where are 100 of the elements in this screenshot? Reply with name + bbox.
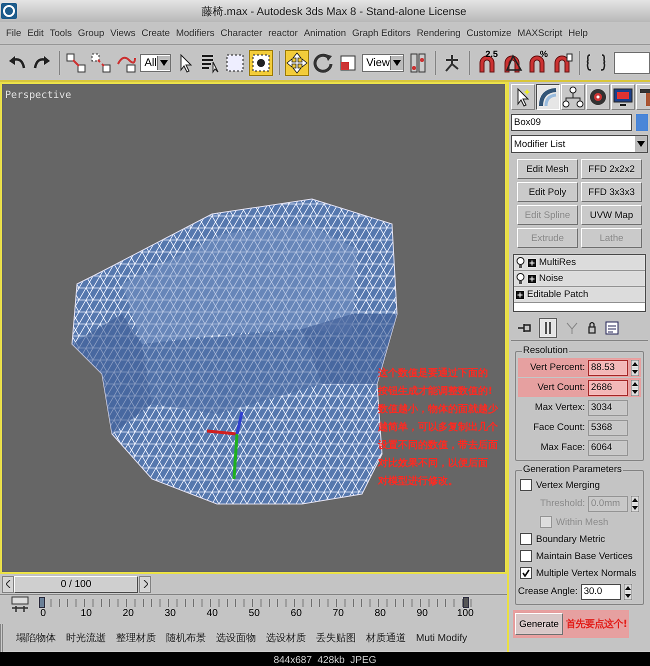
snap-label: % — [540, 50, 548, 58]
app-logo-icon[interactable] — [0, 2, 18, 20]
lightbulb-icon[interactable] — [516, 256, 525, 268]
spinner-arrows-icon[interactable] — [624, 584, 632, 600]
named-selection-icon[interactable] — [585, 52, 608, 74]
menu-item[interactable]: Help — [565, 28, 591, 38]
object-name-field[interactable]: Box09 — [511, 114, 632, 131]
menu-item[interactable]: Rendering — [414, 28, 464, 38]
wireframe-chair-drawing[interactable] — [71, 198, 398, 504]
menu-item[interactable]: Tools — [46, 28, 75, 38]
quick-tool-button[interactable]: 塌陷物体 — [11, 631, 61, 646]
quick-tool-button[interactable]: 选设面物 — [211, 631, 261, 646]
unlink-icon[interactable] — [90, 52, 112, 74]
reference-coordinate-dropdown[interactable]: View — [362, 54, 404, 72]
pin-stack-icon[interactable] — [517, 321, 531, 335]
motion-tab-icon — [587, 86, 609, 108]
spinner-arrows-icon[interactable] — [631, 496, 639, 512]
window-crossing-icon[interactable] — [250, 52, 272, 74]
field-label: Vert Percent: — [530, 362, 585, 373]
checkbox[interactable] — [520, 479, 532, 491]
frame-number: 0 — [40, 608, 46, 620]
annotation-text: 对比效果不同，以便后面 — [378, 458, 488, 470]
rotate-icon[interactable] — [312, 52, 334, 74]
menu-item[interactable]: Group — [74, 28, 108, 38]
menu-item[interactable]: reactor — [265, 28, 301, 38]
annotation-text: 按钮生成才能调整数值的! — [378, 386, 493, 398]
image-info-text: 844x687 428kb JPEG — [274, 654, 376, 666]
menu-item[interactable]: Create — [138, 28, 173, 38]
generate-button[interactable]: Generate — [515, 613, 563, 635]
group-title: Generation Parameters — [522, 464, 623, 475]
quick-tool-button[interactable]: 时光流逝 — [61, 631, 111, 646]
chevron-right-icon — [142, 580, 148, 588]
quick-tool-button[interactable]: 随机布景 — [161, 631, 211, 646]
named-selection-field[interactable] — [614, 52, 650, 74]
remove-modifier-icon[interactable] — [587, 321, 597, 335]
checkbox-label: Boundary Metric — [536, 534, 606, 544]
readout-field: 3034 — [588, 400, 628, 416]
menu-item[interactable]: Modifiers — [172, 28, 218, 38]
move-icon[interactable] — [286, 52, 308, 74]
frame-number: 50 — [248, 608, 260, 620]
quick-tool-button[interactable]: 选设材质 — [261, 631, 311, 646]
viewport-label[interactable]: Perspective — [5, 90, 72, 101]
display-tab-icon — [612, 86, 634, 108]
frame-number: 70 — [332, 608, 344, 620]
checkmark-icon — [522, 569, 530, 577]
spinner-field[interactable]: 88.53 — [588, 360, 628, 376]
spinner-arrows-icon[interactable] — [631, 380, 639, 396]
modify-tab-icon — [537, 86, 559, 108]
menu-item[interactable]: Edit — [24, 28, 47, 38]
timeline-track[interactable]: 0 10 20 30 40 50 60 70 80 90 100 — [42, 595, 472, 624]
spinner-field[interactable]: 2686 — [588, 380, 628, 396]
modifier-stack-list[interactable]: MultiRes Noise Editable Patch — [513, 254, 646, 312]
snap-label: 2.5 — [485, 50, 498, 58]
checkbox[interactable] — [520, 567, 532, 579]
modifier-list-dropdown[interactable]: Modifier List — [511, 135, 648, 153]
show-end-result-icon[interactable] — [539, 318, 557, 338]
quick-tool-button[interactable]: Muti Modify — [411, 632, 472, 644]
panel-tab[interactable] — [536, 84, 560, 110]
annotation-text: 对模型进行修改。 — [378, 476, 458, 488]
scroll-left-button[interactable] — [2, 576, 14, 593]
menu-item[interactable]: Views — [107, 28, 138, 38]
axis-gizmo-icon — [206, 412, 244, 480]
menu-item[interactable]: File — [3, 28, 24, 38]
checkbox-label: Within Mesh — [556, 516, 608, 528]
selection-filter-dropdown[interactable]: All — [140, 54, 171, 72]
menu-item[interactable]: Customize — [464, 28, 514, 38]
menu-item[interactable]: Character — [218, 28, 266, 38]
configure-sets-icon[interactable] — [605, 321, 619, 335]
expand-plus-icon[interactable] — [516, 290, 524, 298]
spinner-arrows-icon[interactable] — [631, 360, 639, 376]
expand-plus-icon[interactable] — [528, 258, 536, 266]
chevron-left-icon — [6, 580, 10, 588]
frame-number: 40 — [206, 608, 218, 620]
frame-number: 90 — [416, 608, 428, 620]
modifier-button[interactable]: Edit Poly — [517, 182, 578, 202]
expand-plus-icon[interactable] — [528, 274, 536, 282]
spinner-field[interactable]: 30.0 — [580, 584, 621, 600]
checkbox[interactable] — [520, 533, 532, 545]
quick-tool-button[interactable]: 整理材质 — [111, 631, 161, 646]
stack-item[interactable]: MultiRes — [539, 257, 576, 268]
modifier-button[interactable]: FFD 2x2x2 — [581, 159, 642, 179]
object-color-swatch[interactable] — [636, 114, 648, 131]
menu-item[interactable]: Graph Editors — [349, 28, 414, 38]
menu-item[interactable]: MAXScript — [514, 28, 566, 38]
checkbox[interactable] — [520, 550, 532, 562]
stack-item[interactable]: Noise — [539, 273, 564, 284]
current-frame-marker[interactable] — [39, 597, 45, 608]
quick-tool-button[interactable]: 材质通道 — [361, 631, 411, 646]
group-title: Resolution — [522, 345, 569, 356]
lightbulb-icon[interactable] — [516, 272, 525, 284]
time-slider-thumb[interactable]: 0 / 100 — [14, 576, 138, 593]
quick-tool-button[interactable]: 丢失贴图 — [311, 631, 361, 646]
menu-item[interactable]: Animation — [300, 28, 350, 38]
modifier-button[interactable]: FFD 3x3x3 — [581, 182, 642, 202]
field-label: Max Face: — [540, 442, 585, 453]
modifier-button[interactable]: Edit Mesh — [517, 159, 578, 179]
modifier-button[interactable]: UVW Map — [581, 205, 642, 225]
caret-icon — [637, 141, 645, 147]
scroll-right-button[interactable] — [139, 576, 151, 593]
link-icon[interactable] — [65, 52, 88, 74]
